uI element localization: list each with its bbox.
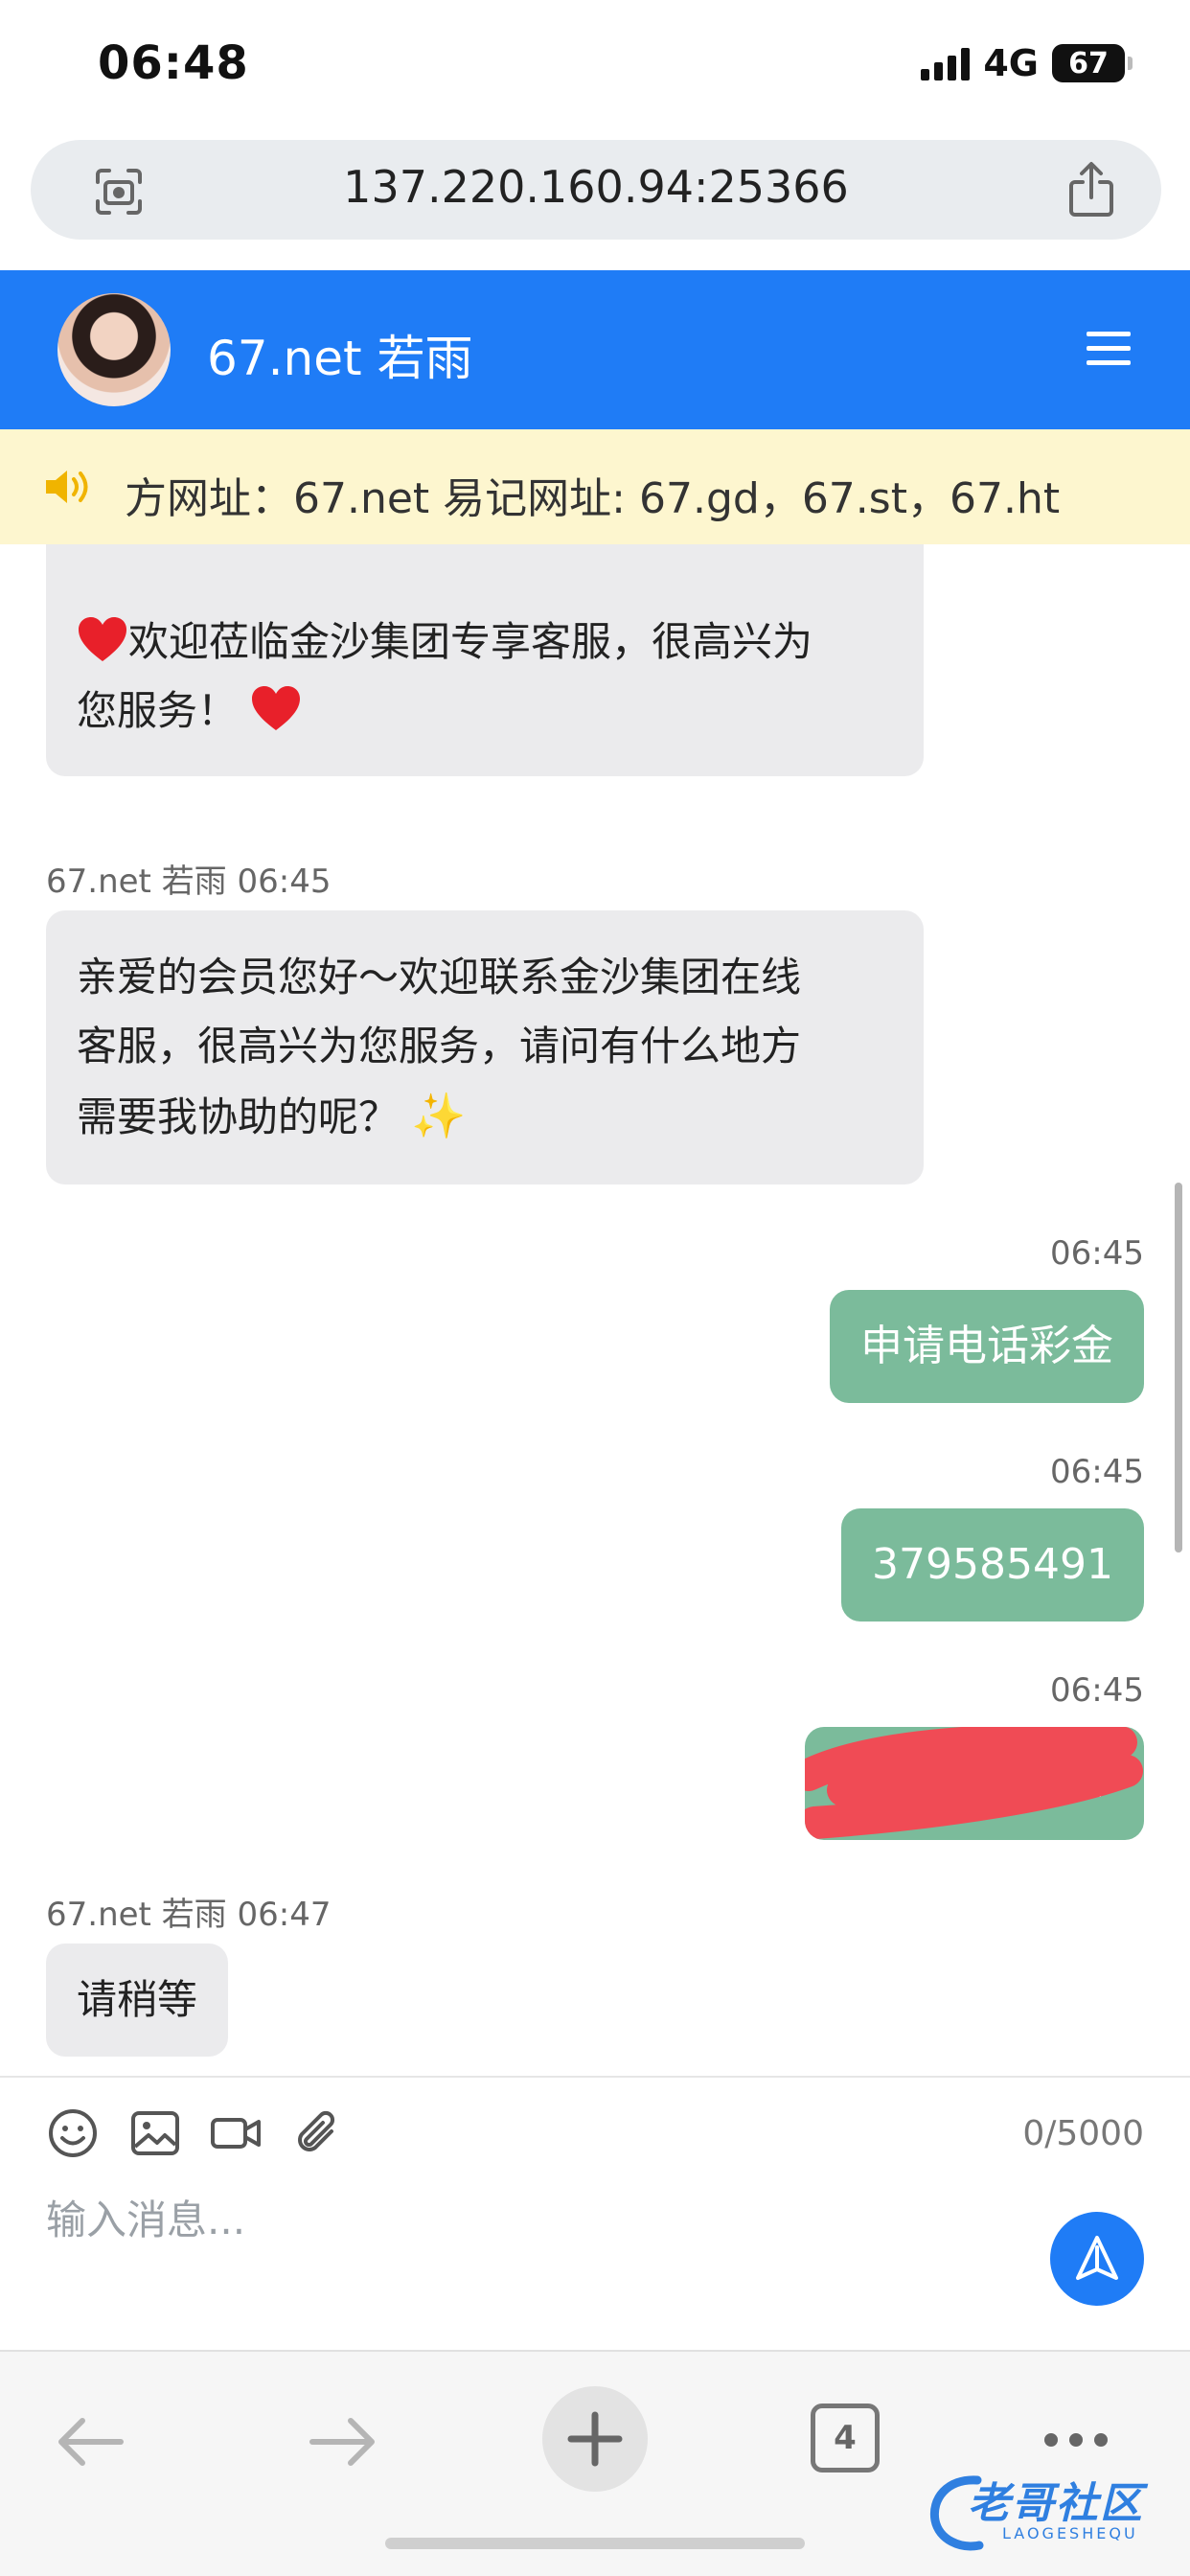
watermark-subtext: LAOGESHEQU [1002, 2524, 1138, 2542]
message-bubble-incoming: 亲爱的会员您好～欢迎联系金沙集团在线 客服，很高兴为您服务，请问有什么地方 需要… [46, 910, 924, 1184]
heart-emoji [252, 686, 301, 730]
chat-title: 67.net 若雨 [207, 331, 473, 386]
message-time: 06:45 [1050, 1453, 1144, 1491]
redaction-scribble [805, 1727, 1143, 1839]
message-list[interactable]: 欢迎莅临金沙集团专享客服，很高兴为 您服务！ 67.net 若雨 06:45 亲… [0, 544, 1190, 2076]
forward-arrow-icon[interactable] [305, 2404, 381, 2480]
battery-level: 67 [1068, 46, 1109, 80]
char-count: 0/5000 [1022, 2114, 1144, 2153]
more-dots-icon[interactable] [1042, 2430, 1110, 2450]
message-text: 您服务！ [77, 687, 239, 734]
message-text: 请稍等 [77, 1976, 198, 2023]
new-tab-button[interactable] [542, 2386, 648, 2492]
watermark-text: 老哥社区 [968, 2479, 1144, 2528]
status-bar: 06:48 4G 67 [0, 0, 1190, 130]
image-icon[interactable] [128, 2106, 182, 2160]
status-indicators: 4G 67 [921, 42, 1133, 84]
heart-emoji [79, 617, 126, 661]
message-time: 06:45 [237, 862, 332, 901]
menu-icon[interactable] [1087, 330, 1131, 368]
emoji-icon[interactable] [46, 2106, 100, 2160]
message-meta: 67.net 若雨 06:47 [46, 1888, 331, 1935]
message-line: 需要我协助的呢？ ✨ [77, 1081, 893, 1152]
battery-icon: 67 [1052, 44, 1133, 82]
sender-name: 67.net 若雨 [46, 1896, 227, 1934]
message-composer: 0/5000 [0, 2076, 1190, 2350]
send-button[interactable] [1050, 2212, 1144, 2306]
agent-avatar[interactable] [57, 293, 171, 406]
address-bar[interactable]: 137.220.160.94:25366 [31, 140, 1161, 240]
message-bubble-incoming: 请稍等 [46, 1944, 229, 2057]
plus-icon [567, 2411, 623, 2467]
chat-header: 67.net 若雨 [0, 270, 1190, 429]
notice-bar: 方网址：67.net 易记网址: 67.gd，67.st，67.ht [0, 429, 1190, 544]
watermark-logo: 老哥社区 LAOGESHEQU [927, 2465, 1179, 2561]
send-icon [1076, 2236, 1118, 2280]
share-icon[interactable] [1065, 161, 1117, 218]
message-text: 需要我协助的呢？ [77, 1093, 400, 1140]
message-bubble-incoming: 欢迎莅临金沙集团专享客服，很高兴为 您服务！ [46, 544, 924, 776]
message-input[interactable] [46, 2181, 1004, 2258]
status-time: 06:48 [98, 36, 249, 90]
message-bubble-outgoing: 申请电话彩金 [830, 1290, 1144, 1403]
back-arrow-icon[interactable] [52, 2404, 128, 2480]
url-text[interactable]: 137.220.160.94:25366 [31, 161, 1161, 213]
notice-text: 方网址：67.net 易记网址: 67.gd，67.st，67.ht [125, 474, 1061, 523]
message-bubble-outgoing: 379585491 [841, 1508, 1144, 1622]
message-text: 亲爱的会员您好～欢迎联系金沙集团在线 [77, 954, 802, 1000]
tabs-button[interactable]: 4 [811, 2404, 880, 2472]
message-line: 您服务！ [77, 677, 893, 746]
speaker-icon [46, 471, 88, 503]
network-type: 4G [983, 42, 1039, 84]
message-text: 客服，很高兴为您服务，请问有什么地方 [77, 1023, 802, 1070]
sender-name: 67.net 若雨 [46, 862, 227, 901]
home-indicator [385, 2538, 805, 2549]
message-time: 06:45 [1050, 1671, 1144, 1710]
attachment-icon[interactable] [289, 2106, 343, 2160]
message-line: 欢迎莅临金沙集团专享客服，很高兴为 [77, 608, 893, 677]
message-meta: 67.net 若雨 06:45 [46, 855, 331, 902]
video-icon[interactable] [209, 2106, 263, 2160]
signal-icon [921, 46, 971, 80]
sparkles-emoji: ✨ [411, 1090, 467, 1141]
message-time: 06:45 [1050, 1234, 1144, 1273]
message-time: 06:47 [237, 1896, 332, 1934]
message-bubble-outgoing-redacted: 185****2564 [805, 1727, 1144, 1840]
message-text: 欢迎莅临金沙集团专享客服，很高兴为 [128, 618, 813, 665]
scrollbar[interactable] [1175, 1183, 1182, 1552]
